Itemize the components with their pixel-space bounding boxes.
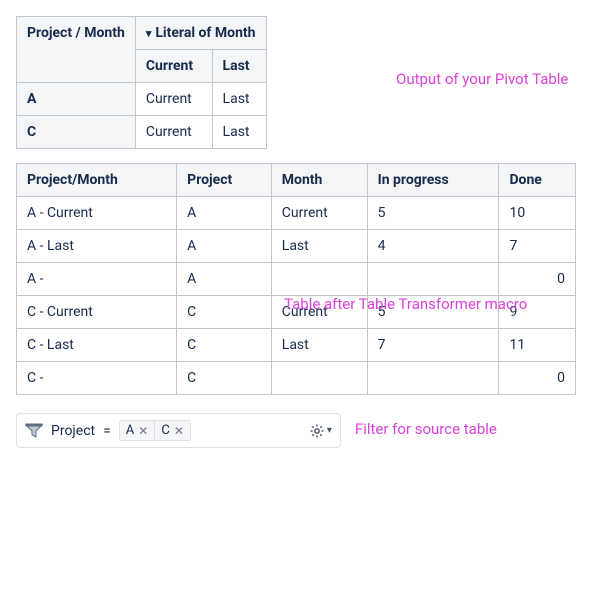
table-row: C Current Last	[17, 116, 267, 149]
filter-bar[interactable]: Project = A✕C✕	[16, 413, 341, 448]
table-row: A - CurrentACurrent510	[17, 197, 576, 230]
dt-header-inprogress: In progress	[367, 164, 499, 197]
filter-chip[interactable]: C✕	[154, 421, 190, 440]
data-table: Project/Month Project Month In progress …	[16, 163, 576, 395]
close-icon[interactable]: ✕	[138, 424, 148, 438]
dt-header-done: Done	[499, 164, 576, 197]
pivot-subheader-current: Current	[135, 50, 212, 83]
gear-icon	[309, 423, 325, 439]
pivot-header-project-month: Project / Month	[17, 17, 136, 83]
table-row: A Current Last	[17, 83, 267, 116]
dt-cell-pm: C - Current	[17, 296, 177, 329]
dt-cell-month	[271, 263, 367, 296]
dt-cell-in_progress: 4	[367, 230, 499, 263]
filter-chip-label: A	[126, 423, 134, 438]
dt-cell-done: 7	[499, 230, 576, 263]
dt-cell-pm: A -	[17, 263, 177, 296]
dt-cell-in_progress	[367, 263, 499, 296]
chevron-down-icon[interactable]: ▾	[146, 27, 152, 40]
dt-header-project: Project	[177, 164, 272, 197]
annotation-filter: Filter for source table	[355, 420, 497, 438]
chevron-down-icon: ▾	[327, 425, 332, 436]
pivot-row-project: C	[17, 116, 136, 149]
dt-cell-done: 11	[499, 329, 576, 362]
dt-cell-done: 0	[499, 362, 576, 395]
pivot-header-literal[interactable]: ▾Literal of Month	[135, 17, 266, 50]
dt-cell-done: 9	[499, 296, 576, 329]
filter-chip-label: C	[161, 423, 169, 438]
dt-cell-done: 0	[499, 263, 576, 296]
filter-eq: =	[103, 423, 111, 439]
dt-cell-done: 10	[499, 197, 576, 230]
pivot-cell: Last	[212, 116, 266, 149]
dt-cell-month: Current	[271, 197, 367, 230]
dt-cell-month	[271, 362, 367, 395]
table-row: C - LastCLast711	[17, 329, 576, 362]
dt-cell-project: A	[177, 197, 272, 230]
table-row: C - CurrentCCurrent59	[17, 296, 576, 329]
dt-cell-pm: A - Last	[17, 230, 177, 263]
dt-header-month: Month	[271, 164, 367, 197]
dt-cell-project: C	[177, 329, 272, 362]
filter-chip[interactable]: A✕	[120, 421, 155, 440]
pivot-subheader-last: Last	[212, 50, 266, 83]
pivot-cell: Current	[135, 116, 212, 149]
filter-icon	[25, 423, 43, 439]
table-row: A - LastALast47	[17, 230, 576, 263]
annotation-pivot: Output of your Pivot Table	[396, 70, 568, 88]
pivot-cell: Last	[212, 83, 266, 116]
dt-cell-in_progress: 7	[367, 329, 499, 362]
close-icon[interactable]: ✕	[174, 424, 184, 438]
pivot-header-literal-label: Literal of Month	[155, 25, 255, 41]
filter-chip-group: A✕C✕	[119, 420, 191, 441]
filter-settings-button[interactable]: ▾	[309, 423, 332, 439]
dt-cell-in_progress	[367, 362, 499, 395]
dt-cell-pm: C - Last	[17, 329, 177, 362]
dt-cell-project: C	[177, 362, 272, 395]
dt-cell-pm: C -	[17, 362, 177, 395]
table-row: A -A 0	[17, 263, 576, 296]
pivot-cell: Current	[135, 83, 212, 116]
dt-cell-month: Last	[271, 230, 367, 263]
dt-cell-pm: A - Current	[17, 197, 177, 230]
dt-cell-project: A	[177, 230, 272, 263]
dt-cell-in_progress: 5	[367, 296, 499, 329]
pivot-table: Project / Month ▾Literal of Month Curren…	[16, 16, 267, 149]
dt-cell-month: Last	[271, 329, 367, 362]
pivot-row-project: A	[17, 83, 136, 116]
filter-label: Project	[51, 423, 95, 439]
table-row: C -C 0	[17, 362, 576, 395]
dt-header-pm: Project/Month	[17, 164, 177, 197]
dt-cell-in_progress: 5	[367, 197, 499, 230]
dt-cell-project: A	[177, 263, 272, 296]
dt-cell-month: Current	[271, 296, 367, 329]
dt-cell-project: C	[177, 296, 272, 329]
